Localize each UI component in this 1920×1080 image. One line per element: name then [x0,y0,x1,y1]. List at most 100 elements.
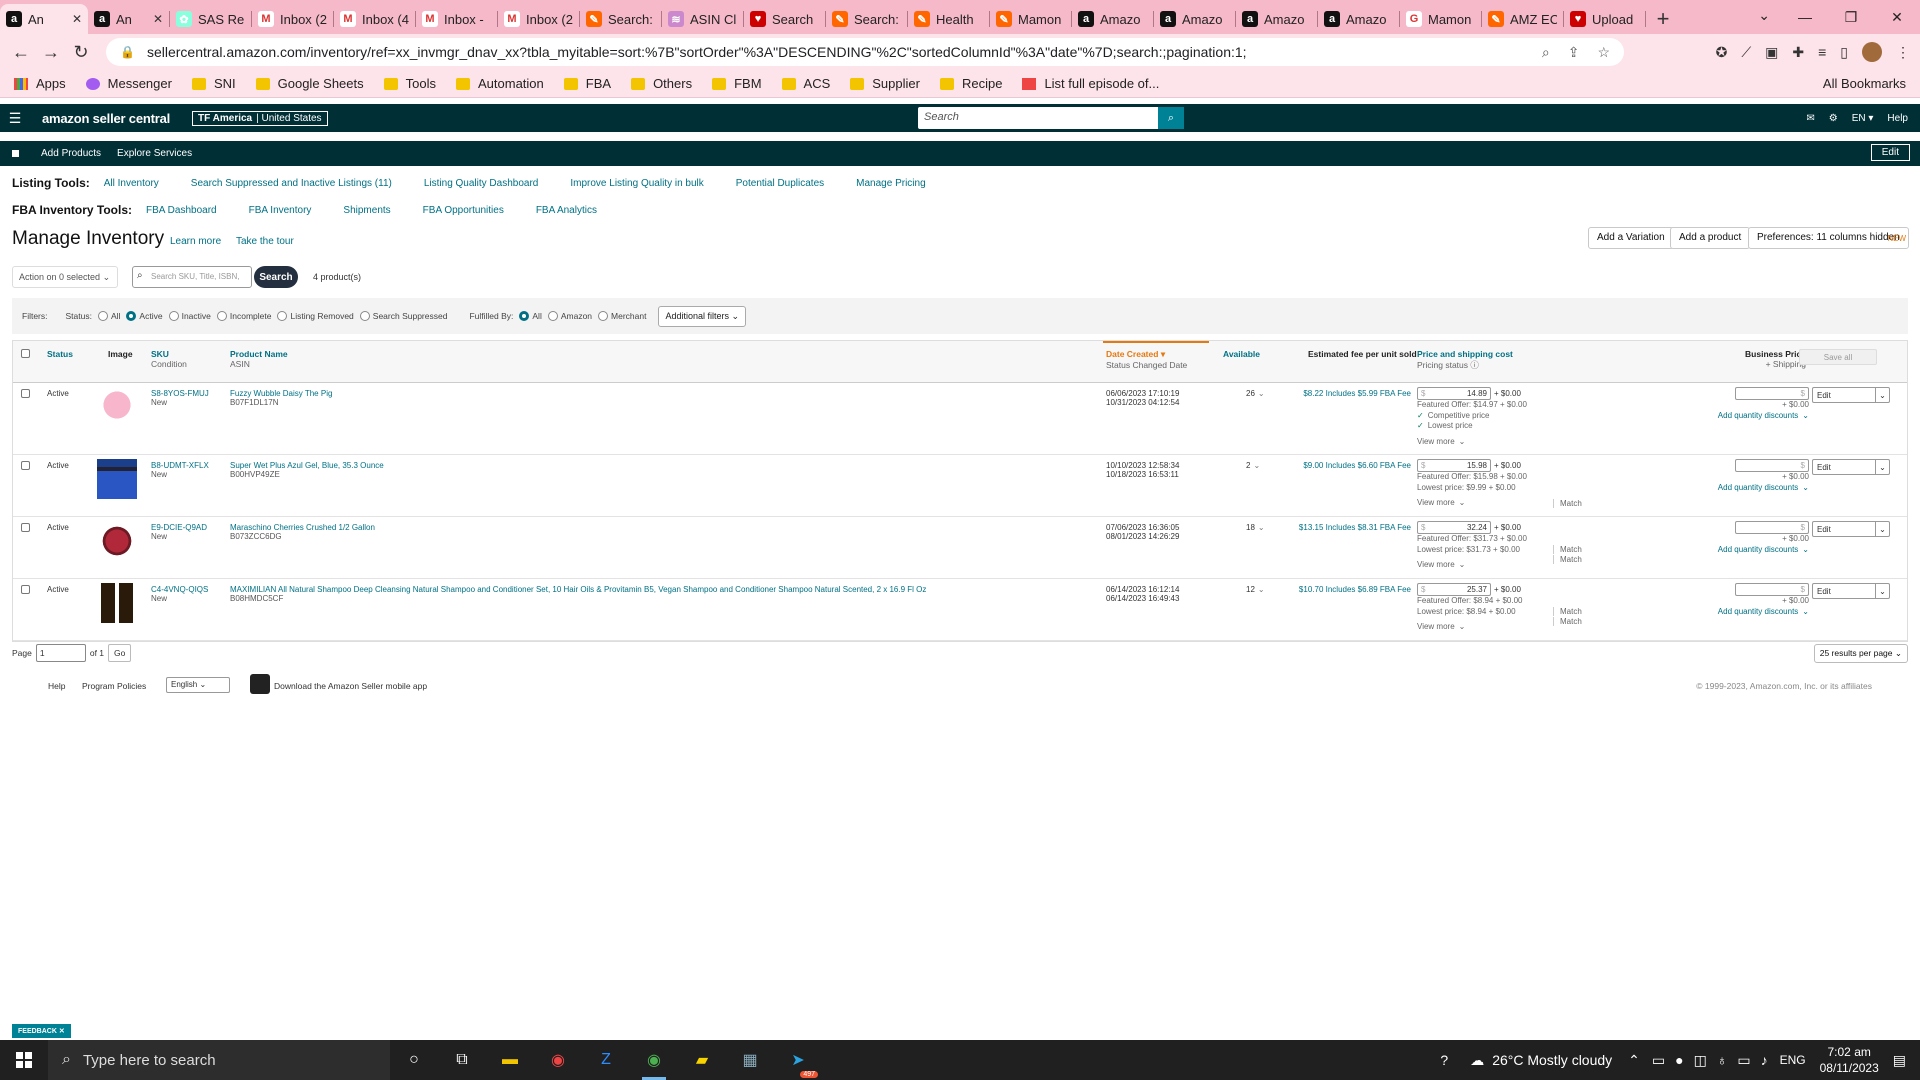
bookmark-icon[interactable] [12,150,19,157]
info-icon[interactable]: ⓘ [1470,360,1479,370]
browser-tab[interactable]: ✎ Search: [826,4,907,34]
row-checkbox[interactable] [21,389,30,400]
take-tour-link[interactable]: Take the tour [236,236,294,247]
bookmark-item[interactable]: Automation [456,76,544,91]
bookmark-item[interactable]: SNI [191,76,236,91]
browser-tab[interactable]: ✎ Health [908,4,989,34]
header-search-input[interactable]: Search [918,107,1158,129]
volume-icon[interactable]: ♪ [1761,1052,1768,1068]
extension-icon[interactable]: ▣ [1765,44,1778,61]
weather-icon[interactable]: ☁ [1470,1052,1484,1069]
network-icon[interactable]: ▭ [1652,1052,1665,1069]
extension-icon[interactable]: ✪ [1716,44,1728,61]
start-button[interactable] [0,1040,48,1080]
listing-tool-link[interactable]: Listing Quality Dashboard [424,178,539,189]
add-quantity-discounts-link[interactable]: Add quantity discounts ⌄ [1699,411,1809,422]
listing-tool-link[interactable]: Improve Listing Quality in bulk [570,178,703,189]
restore-icon[interactable]: ❐ [1828,0,1874,34]
browser-tab[interactable]: a Amazo [1154,4,1235,34]
fba-tool-link[interactable]: Shipments [343,205,390,216]
new-tab-button[interactable]: + [1646,4,1680,34]
status-removed-radio[interactable]: Listing Removed [271,311,354,322]
sku-link[interactable]: B8-UDMT-XFLX [151,461,209,470]
product-thumbnail[interactable] [97,387,137,427]
browser-tab[interactable]: a Amazo [1236,4,1317,34]
results-per-page-select[interactable]: 25 results per page ⌄ [1813,644,1908,663]
telegram-icon[interactable]: ➤ 497 [774,1040,822,1080]
browser-tab[interactable]: ✿ SAS Re [170,4,251,34]
footer-help-link[interactable]: Help [48,681,65,691]
match-button[interactable]: Match [1553,499,1582,508]
help-link[interactable]: Help [1887,113,1908,124]
zoom-icon[interactable]: ⌕ [1542,44,1550,61]
fulfilled-merchant-radio[interactable]: Merchant [592,311,646,322]
col-status[interactable]: Status [47,349,73,359]
edit-dropdown-icon[interactable]: ⌄ [1876,583,1890,599]
browser-tab[interactable]: ♥ Upload [1564,4,1645,34]
match-button[interactable]: Match [1553,607,1582,616]
add-variation-button[interactable]: Add a Variation [1588,227,1674,249]
sku-link[interactable]: C4-4VNQ-QIQS [151,585,208,594]
show-hidden-icons[interactable]: ⌃ [1628,1052,1640,1069]
help-icon[interactable]: ? [1440,1052,1448,1068]
product-name-link[interactable]: Maraschino Cherries Crushed 1/2 Gallon [230,523,375,532]
extension-icon[interactable]: ⟋ [1741,44,1751,61]
hamburger-menu-icon[interactable]: ☰ [0,110,30,127]
browser-tab[interactable]: a Amazo [1072,4,1153,34]
col-product-name[interactable]: Product Name ASIN [230,349,288,369]
close-window-icon[interactable]: ✕ [1874,0,1920,34]
browser-tab[interactable]: a An ✕ [0,4,88,34]
bookmark-item[interactable]: ACS [781,76,830,91]
language-selector[interactable]: EN ▾ [1852,113,1874,124]
sticky-notes-icon[interactable]: ▰ [678,1040,726,1080]
business-price-input[interactable]: $ [1735,521,1809,534]
fulfilled-amazon-radio[interactable]: Amazon [542,311,592,322]
browser-tab[interactable]: ≋ ASIN Cl [662,4,743,34]
price-input[interactable]: $14.89 [1417,387,1491,400]
bookmark-item[interactable]: Supplier [850,76,920,91]
back-icon[interactable]: ← [6,42,36,63]
explore-services-link[interactable]: Explore Services [117,148,192,159]
listing-tool-link[interactable]: Potential Duplicates [736,178,824,189]
edit-button[interactable]: Edit [1812,521,1876,537]
bookmark-item[interactable]: Google Sheets [255,76,364,91]
calculator-icon[interactable]: ▦ [726,1040,774,1080]
sku-link[interactable]: S8-8YOS-FMUJ [151,389,209,398]
mic-icon[interactable]: ♁ [1717,1052,1728,1068]
product-name-link[interactable]: Super Wet Plus Azul Gel, Blue, 35.3 Ounc… [230,461,384,470]
business-price-input[interactable]: $ [1735,387,1809,400]
zoom-app-icon[interactable]: Z [582,1040,630,1080]
business-price-input[interactable]: $ [1735,459,1809,472]
preferences-button[interactable]: Preferences: 11 columns hidden [1748,227,1909,249]
available-qty[interactable]: 12 ⌄ [1246,585,1265,594]
settings-gear-icon[interactable]: ⚙ [1829,113,1838,124]
fba-tool-link[interactable]: FBA Dashboard [146,205,217,216]
add-product-button[interactable]: Add a product [1670,227,1751,249]
reload-icon[interactable]: ↻ [66,42,96,63]
browser-tab[interactable]: a Amazo [1318,4,1399,34]
add-products-link[interactable]: Add Products [41,148,101,159]
fulfilled-all-radio[interactable]: All [513,311,542,322]
fee-link[interactable]: $8.22 Includes $5.99 FBA Fee [1271,389,1411,398]
match-button[interactable]: Match [1553,545,1582,554]
search-icon[interactable]: ⌕ [1158,107,1184,129]
bulk-action-select[interactable]: Action on 0 selected ⌄ [12,266,118,288]
notifications-icon[interactable]: ▤ [1893,1052,1906,1069]
listing-tool-link[interactable]: Search Suppressed and Inactive Listings … [191,178,392,189]
product-name-link[interactable]: Fuzzy Wubble Daisy The Pig [230,389,332,398]
browser-tab[interactable]: M Inbox (4 [334,4,415,34]
status-suppressed-radio[interactable]: Search Suppressed [354,311,447,322]
sku-link[interactable]: E9-DCIE-Q9AD [151,523,207,532]
available-qty[interactable]: 2 ⌄ [1246,461,1260,470]
forward-icon[interactable]: → [36,42,66,63]
all-bookmarks[interactable]: All Bookmarks [1823,76,1906,91]
price-input[interactable]: $32.24 [1417,521,1491,534]
col-date-created[interactable]: Date Created ▾ Status Changed Date [1106,349,1187,370]
add-quantity-discounts-link[interactable]: Add quantity discounts ⌄ [1699,483,1809,494]
col-price[interactable]: Price and shipping cost Pricing status ⓘ [1417,349,1513,371]
media-icon[interactable]: ≡ [1818,44,1826,60]
row-checkbox[interactable] [21,585,30,596]
select-all-checkbox[interactable] [21,349,30,360]
mobile-app-link[interactable]: Download the Amazon Seller mobile app [274,681,427,691]
address-bar[interactable]: 🔒 sellercentral.amazon.com/inventory/ref… [106,38,1624,66]
